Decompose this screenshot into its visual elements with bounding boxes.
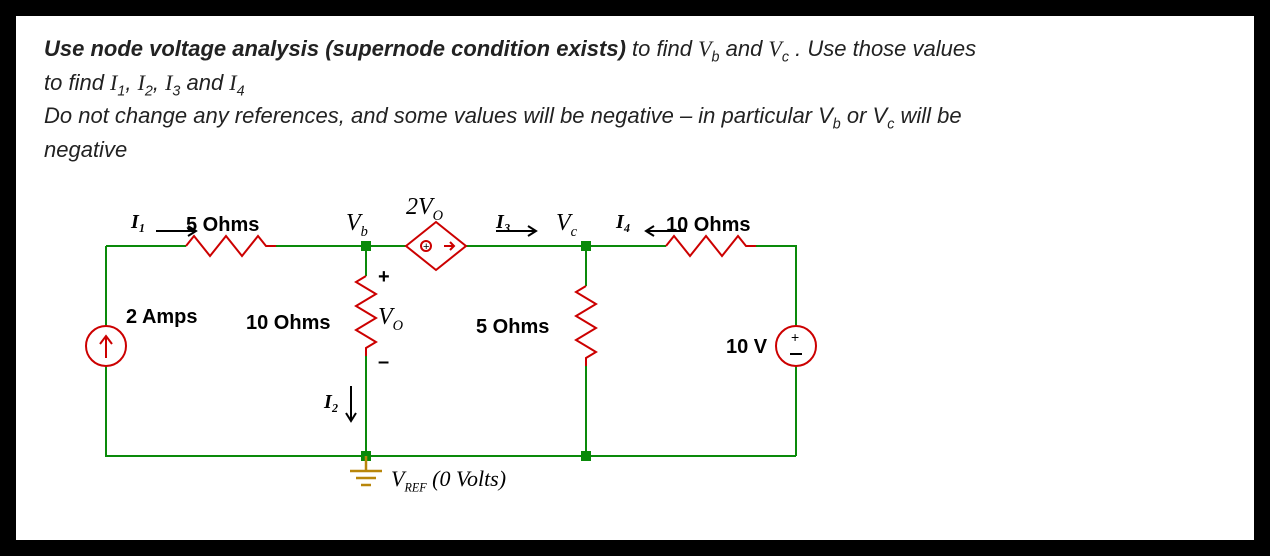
circuit-diagram: + +	[76, 196, 856, 526]
label-I2: I₂	[324, 391, 339, 414]
comma: ,	[125, 70, 137, 95]
sub-b: b	[833, 117, 841, 133]
sub-4: 4	[237, 83, 245, 99]
var-I4: I	[229, 70, 236, 95]
warning-line: Do not change any references, and some v…	[44, 103, 833, 128]
label-R10-mid: 10 Ohms	[246, 312, 330, 335]
var-I2: I	[138, 70, 145, 95]
text-fragment: will be	[894, 103, 961, 128]
text-fragment: or V	[841, 103, 887, 128]
minus-Vo: –	[378, 351, 389, 374]
text-and: and	[180, 70, 229, 95]
text-fragment: to find	[626, 36, 698, 61]
label-I3: I₃	[496, 211, 511, 234]
sub-2: 2	[145, 83, 153, 99]
comma: ,	[153, 70, 165, 95]
plus-Vo: +	[378, 266, 390, 289]
var-Vb: V	[698, 36, 711, 61]
var-Vc: V	[768, 36, 781, 61]
svg-text:+: +	[423, 241, 429, 253]
label-R5-top: 5 Ohms	[186, 214, 259, 237]
label-2Vo: 2VO	[406, 194, 443, 225]
text-fragment: negative	[44, 137, 127, 162]
label-Vref: VREF (0 Volts)	[391, 466, 506, 495]
label-current-source: 2 Amps	[126, 306, 198, 329]
text-fragment: to find	[44, 70, 110, 95]
label-R5-mid: 5 Ohms	[476, 316, 549, 339]
problem-statement: Use node voltage analysis (supernode con…	[44, 34, 1226, 165]
text-fragment: . Use those values	[789, 36, 976, 61]
instruction-main: Use node voltage analysis (supernode con…	[44, 36, 626, 61]
label-I1: I₁	[131, 211, 146, 234]
label-Vc: Vc	[556, 210, 577, 241]
sub-c: c	[782, 49, 789, 65]
label-Vb: Vb	[346, 210, 368, 241]
label-R10-top: 10 Ohms	[666, 214, 750, 237]
label-10V: 10 V	[726, 336, 767, 359]
problem-frame: Use node voltage analysis (supernode con…	[12, 12, 1258, 544]
text-and: and	[719, 36, 768, 61]
label-I4: I₄	[616, 211, 631, 234]
svg-text:+: +	[791, 329, 799, 345]
label-Vo: VO	[378, 304, 403, 335]
